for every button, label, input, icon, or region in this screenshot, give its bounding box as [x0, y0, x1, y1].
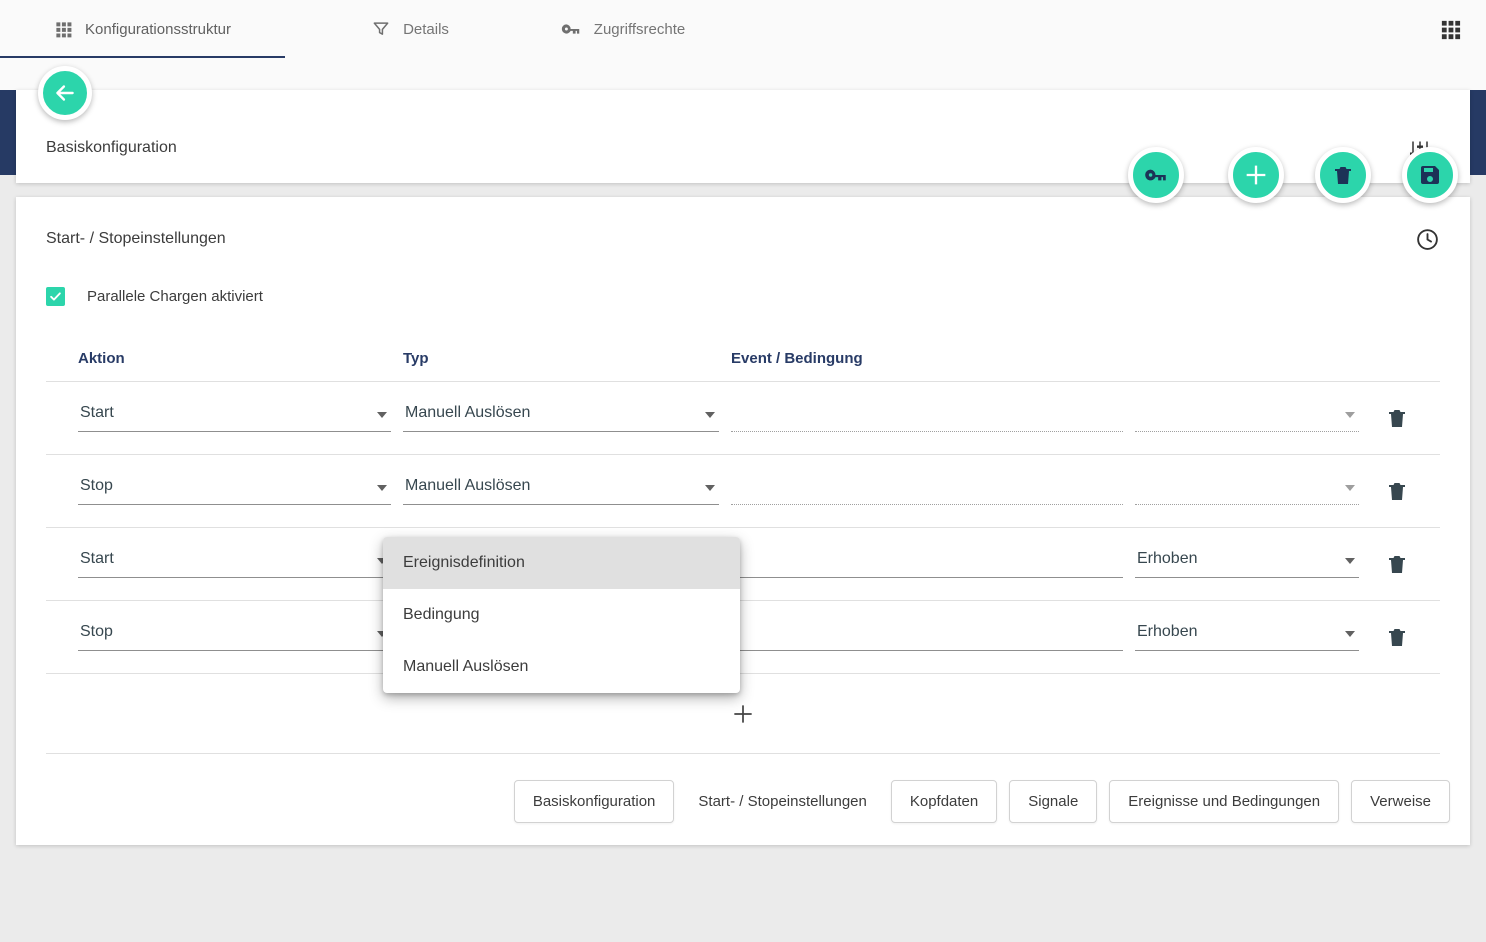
- grid-icon: [54, 20, 73, 39]
- aktion-select[interactable]: Stop: [78, 477, 391, 505]
- column-aktion: Aktion: [78, 350, 391, 367]
- nav-kopfdaten-button[interactable]: Kopfdaten: [891, 780, 997, 823]
- nav-basiskonfiguration-button[interactable]: Basiskonfiguration: [514, 780, 675, 823]
- event-state-select[interactable]: Erhoben: [1135, 550, 1359, 578]
- nav-current-section-label: Start- / Stopeinstellungen: [686, 781, 878, 822]
- event-state-value: Erhoben: [1137, 623, 1198, 640]
- table-header: Aktion Typ Event / Bedingung: [46, 336, 1440, 382]
- menu-item-ereignisdefinition[interactable]: Ereignisdefinition: [383, 537, 740, 589]
- save-button[interactable]: [1402, 147, 1458, 203]
- chevron-down-icon: [1345, 558, 1355, 564]
- start-stop-table: Aktion Typ Event / Bedingung Start Manue…: [46, 336, 1440, 674]
- chevron-down-icon: [1345, 485, 1355, 491]
- permissions-button[interactable]: [1128, 147, 1184, 203]
- parallel-charges-checkbox[interactable]: [46, 287, 65, 306]
- table-row: Stop Erhoben: [46, 601, 1440, 674]
- column-event: Event / Bedingung: [731, 350, 1123, 367]
- chevron-down-icon: [1345, 412, 1355, 418]
- event-state-select[interactable]: [1135, 405, 1359, 432]
- event-input[interactable]: [731, 551, 1123, 578]
- startstop-card: Start- / Stopeinstellungen Parallele Cha…: [16, 197, 1470, 845]
- menu-item-bedingung[interactable]: Bedingung: [383, 589, 740, 641]
- history-clock-icon[interactable]: [1415, 227, 1440, 252]
- tab-details[interactable]: Details: [335, 0, 485, 58]
- nav-ereignisse-und-bedingungen-button[interactable]: Ereignisse und Bedingungen: [1109, 780, 1339, 823]
- plus-icon: [1242, 161, 1270, 189]
- startstop-card-head: Start- / Stopeinstellungen: [16, 227, 1470, 251]
- section-nav: Basiskonfiguration Start- / Stopeinstell…: [16, 757, 1470, 845]
- aktion-value: Start: [80, 404, 114, 421]
- basis-card-title: Basiskonfiguration: [46, 139, 177, 157]
- nav-signale-button[interactable]: Signale: [1009, 780, 1097, 823]
- back-button[interactable]: [38, 66, 92, 120]
- app: { "colors": { "accent": "#2cd5ab", "navy…: [0, 0, 1486, 942]
- typ-value: Manuell Auslösen: [405, 477, 530, 494]
- add-row-area: [46, 674, 1440, 754]
- tab-label: Konfigurationsstruktur: [85, 21, 231, 38]
- menu-item-manuell-ausloesen[interactable]: Manuell Auslösen: [383, 641, 740, 693]
- table-row: Stop Manuell Auslösen: [46, 455, 1440, 528]
- chevron-down-icon: [705, 412, 715, 418]
- startstop-card-title: Start- / Stopeinstellungen: [46, 230, 226, 248]
- table-row: Start Manuell Auslösen: [46, 382, 1440, 455]
- event-state-value: Erhoben: [1137, 550, 1198, 567]
- event-state-select[interactable]: [1135, 478, 1359, 505]
- row-delete-button[interactable]: [1385, 479, 1409, 503]
- event-input[interactable]: [731, 478, 1123, 505]
- add-row-button[interactable]: [730, 701, 756, 727]
- trash-icon: [1331, 163, 1355, 187]
- aktion-value: Start: [80, 550, 114, 567]
- key-icon: [560, 18, 582, 40]
- aktion-value: Stop: [80, 623, 113, 640]
- event-state-select[interactable]: Erhoben: [1135, 623, 1359, 651]
- typ-select[interactable]: Manuell Auslösen: [403, 477, 719, 505]
- top-zone: Konfigurationsstruktur Details Zugriffsr…: [0, 0, 1486, 90]
- row-delete-button[interactable]: [1385, 625, 1409, 649]
- row-delete-button[interactable]: [1385, 552, 1409, 576]
- typ-select[interactable]: Manuell Auslösen: [403, 404, 719, 432]
- tab-label: Details: [403, 21, 449, 38]
- tab-zugriffsrechte[interactable]: Zugriffsrechte: [515, 0, 730, 58]
- tab-konfigurationsstruktur[interactable]: Konfigurationsstruktur: [0, 0, 285, 58]
- event-input[interactable]: [731, 624, 1123, 651]
- event-input[interactable]: [731, 405, 1123, 432]
- chevron-down-icon: [705, 485, 715, 491]
- chevron-down-icon: [1345, 631, 1355, 637]
- aktion-select[interactable]: Stop: [78, 623, 391, 651]
- chevron-down-icon: [377, 412, 387, 418]
- aktion-value: Stop: [80, 477, 113, 494]
- tab-label: Zugriffsrechte: [594, 21, 685, 38]
- parallel-charges-row: Parallele Chargen aktiviert: [46, 287, 1470, 306]
- table-row: Start Erhoben: [46, 528, 1440, 601]
- key-icon: [1143, 162, 1169, 188]
- aktion-select[interactable]: Start: [78, 550, 391, 578]
- delete-button[interactable]: [1315, 147, 1371, 203]
- chevron-down-icon: [377, 485, 387, 491]
- row-delete-button[interactable]: [1385, 406, 1409, 430]
- save-icon: [1418, 163, 1442, 187]
- add-button[interactable]: [1228, 147, 1284, 203]
- tab-bar: Konfigurationsstruktur Details Zugriffsr…: [0, 0, 1486, 58]
- parallel-charges-label: Parallele Chargen aktiviert: [87, 288, 263, 305]
- nav-verweise-button[interactable]: Verweise: [1351, 780, 1450, 823]
- funnel-icon: [371, 19, 391, 39]
- typ-value: Manuell Auslösen: [405, 404, 530, 421]
- aktion-select[interactable]: Start: [78, 404, 391, 432]
- apps-grid-icon[interactable]: [1439, 18, 1462, 41]
- typ-dropdown-menu: Ereignisdefinition Bedingung Manuell Aus…: [383, 537, 740, 693]
- column-typ: Typ: [403, 350, 719, 367]
- arrow-left-icon: [52, 80, 78, 106]
